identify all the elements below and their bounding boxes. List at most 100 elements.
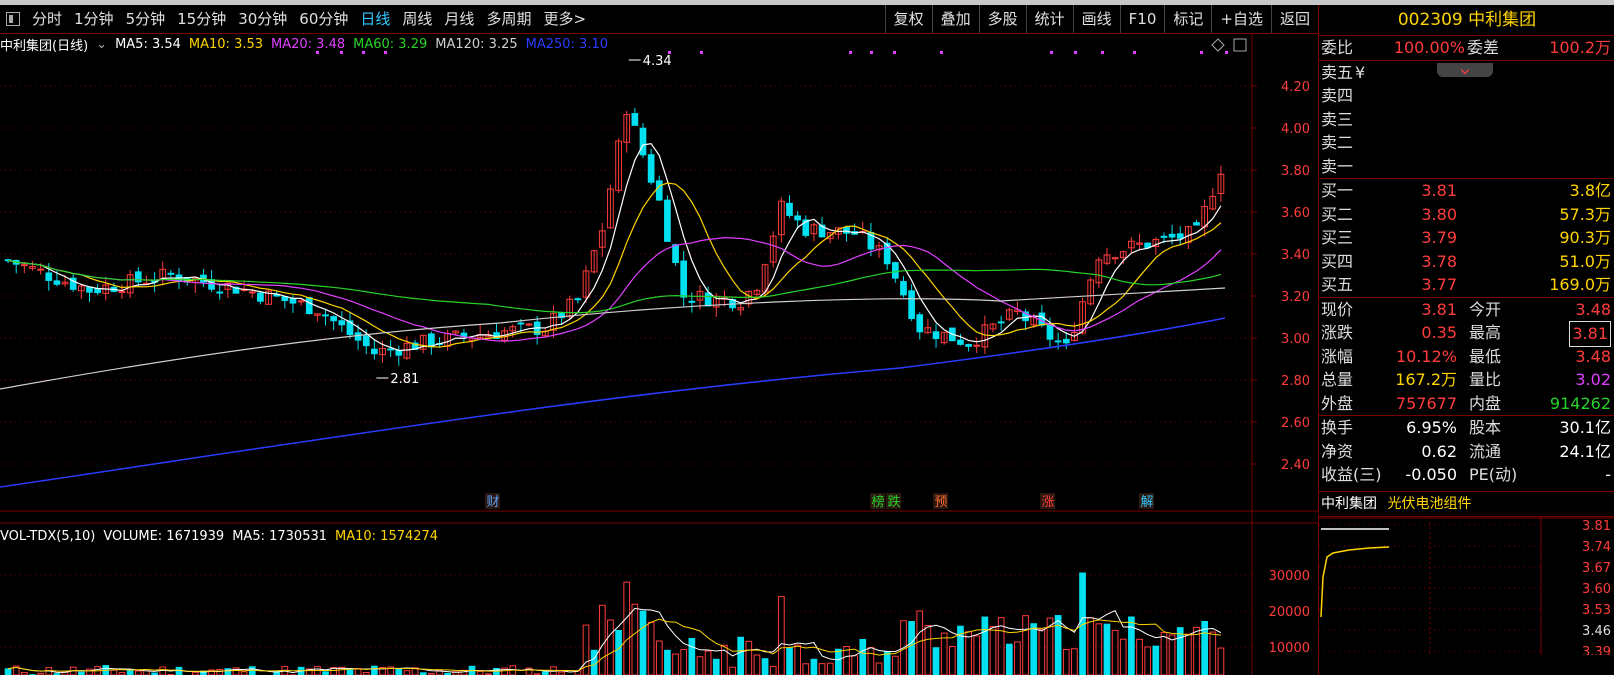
- weicha-value: 100.2万: [1549, 38, 1611, 57]
- tool-button-4[interactable]: 画线: [1072, 5, 1120, 33]
- candle-body: [1193, 222, 1200, 226]
- signal-dot: [1050, 51, 1053, 54]
- volume-bar: [86, 668, 93, 675]
- buy-label: 买三: [1321, 228, 1354, 247]
- candle-body: [86, 286, 93, 293]
- tool-button-6[interactable]: 标记: [1164, 5, 1211, 33]
- buy-row: 买二 3.80 57.3万: [1319, 203, 1614, 227]
- mini-stock-name[interactable]: 中利集团: [1321, 496, 1377, 512]
- tab-10[interactable]: 更多>: [537, 5, 592, 33]
- chevron-down-icon[interactable]: ⌄: [96, 37, 107, 52]
- signal-dot: [668, 51, 671, 54]
- tool-button-8[interactable]: 返回: [1270, 5, 1318, 33]
- volume-tick-label: 30000: [1269, 569, 1310, 584]
- buy-price: 3.79: [1421, 228, 1457, 247]
- buy-volume: 57.3万: [1559, 204, 1611, 224]
- volume-bar: [1144, 646, 1152, 675]
- ma-1: MA10: 3.53: [188, 36, 264, 52]
- volume-bar: [940, 632, 948, 675]
- period-tabs: 分时 1分钟 5分钟 15分钟 30分钟 60分钟 日线 周线 月线 多周期 更多>: [0, 5, 592, 33]
- volume-bar: [354, 668, 362, 675]
- candle-body: [843, 226, 850, 234]
- volume-bar: [371, 665, 378, 675]
- sell-label: 卖二: [1321, 133, 1354, 152]
- tab-2[interactable]: 5分钟: [120, 5, 172, 33]
- kline-chart[interactable]: 4.20 4.00 3.80 3.60 3.40 3.20 3.00 2.80 2.60 2.40…: [0, 33, 1318, 675]
- volume-bar: [1038, 629, 1046, 675]
- stat-label: 外盘: [1321, 393, 1354, 413]
- volume-bar: [1128, 616, 1135, 675]
- diamond-icon[interactable]: [1211, 38, 1225, 52]
- candle-body: [322, 314, 329, 317]
- ma120-line: [0, 287, 1226, 390]
- volume-bar: [1111, 629, 1119, 675]
- tab-4[interactable]: 30分钟: [232, 5, 293, 33]
- tool-button-7[interactable]: +自选: [1211, 5, 1271, 33]
- volume-bar: [973, 635, 981, 675]
- stat-label: PE(动): [1469, 465, 1518, 484]
- price-tick-label: 3.60: [1281, 206, 1310, 221]
- tab-3[interactable]: 15分钟: [171, 5, 232, 33]
- price-tick-label: 4.00: [1281, 122, 1310, 137]
- volume-bar: [664, 649, 671, 675]
- event-marker[interactable]: 跌: [887, 494, 900, 510]
- volume-bar: [753, 654, 761, 675]
- signal-dot: [1200, 51, 1203, 54]
- event-marker[interactable]: 涨: [1041, 495, 1054, 510]
- candle-body: [248, 291, 256, 294]
- sell-orders: 卖五 ¥ 卖四 卖三 卖二 卖一: [1319, 61, 1614, 179]
- stat-value: 3.48: [1575, 346, 1611, 366]
- stat-value: 0.62: [1421, 441, 1457, 461]
- candle-body: [973, 344, 981, 347]
- tab-7[interactable]: 周线: [396, 5, 438, 33]
- sell-label: 卖四: [1321, 86, 1354, 105]
- volume-bar: [126, 670, 134, 675]
- tab-0[interactable]: 分时: [26, 5, 68, 33]
- volume-bar: [1095, 623, 1103, 675]
- mini-intraday-chart[interactable]: 3.81 3.74 3.67 3.60 3.53 3.46 3.39: [1319, 516, 1614, 660]
- volume-bar: [891, 655, 899, 675]
- volume-bar: [623, 581, 631, 675]
- candle-body: [338, 320, 346, 326]
- candle-body: [997, 321, 1005, 324]
- event-marker[interactable]: 财: [486, 495, 499, 510]
- volume-bar: [696, 656, 704, 675]
- tool-button-2[interactable]: 多股: [978, 5, 1026, 33]
- tab-6[interactable]: 日线: [354, 5, 396, 33]
- candle-body: [647, 154, 655, 183]
- mini-tick-label: 3.74: [1582, 540, 1611, 555]
- candle-body: [395, 349, 403, 356]
- mini-sector[interactable]: 光伏电池组件: [1387, 496, 1471, 512]
- event-marker[interactable]: 榜: [871, 494, 884, 510]
- event-marker[interactable]: 预: [934, 495, 947, 510]
- volume-bar: [851, 655, 858, 675]
- volume-bar: [607, 619, 614, 675]
- tool-button-1[interactable]: 叠加: [931, 5, 979, 33]
- tab-5[interactable]: 60分钟: [293, 5, 354, 33]
- menu-icon[interactable]: [6, 12, 20, 26]
- volume-bar: [4, 668, 12, 675]
- stat-label: 换手: [1321, 418, 1354, 437]
- tab-8[interactable]: 月线: [438, 5, 480, 33]
- price-tick-label: 3.40: [1281, 248, 1310, 263]
- candle-body: [362, 335, 370, 347]
- candle-body: [354, 332, 362, 341]
- buy-label: 买二: [1321, 204, 1354, 224]
- event-marker[interactable]: 解: [1140, 495, 1153, 510]
- tool-button-0[interactable]: 复权: [884, 5, 932, 33]
- candle-body: [932, 331, 940, 340]
- stat-value: 3.48: [1575, 299, 1611, 319]
- tool-button-3[interactable]: 统计: [1025, 5, 1073, 33]
- signal-dot: [870, 51, 873, 54]
- low-label: 2.81: [390, 372, 419, 387]
- buy-volume: 90.3万: [1559, 228, 1611, 247]
- candle-body: [330, 316, 338, 322]
- tab-1[interactable]: 1分钟: [68, 5, 120, 33]
- buy-row: 买五 3.77 169.0万: [1319, 273, 1614, 297]
- candle-body: [216, 291, 224, 294]
- restore-icon[interactable]: [1233, 38, 1247, 52]
- volume-bar: [615, 629, 622, 675]
- tab-9[interactable]: 多周期: [480, 5, 537, 33]
- tool-button-5[interactable]: F10: [1119, 5, 1165, 33]
- stat-row: 现价 3.81 今开 3.48: [1319, 298, 1614, 322]
